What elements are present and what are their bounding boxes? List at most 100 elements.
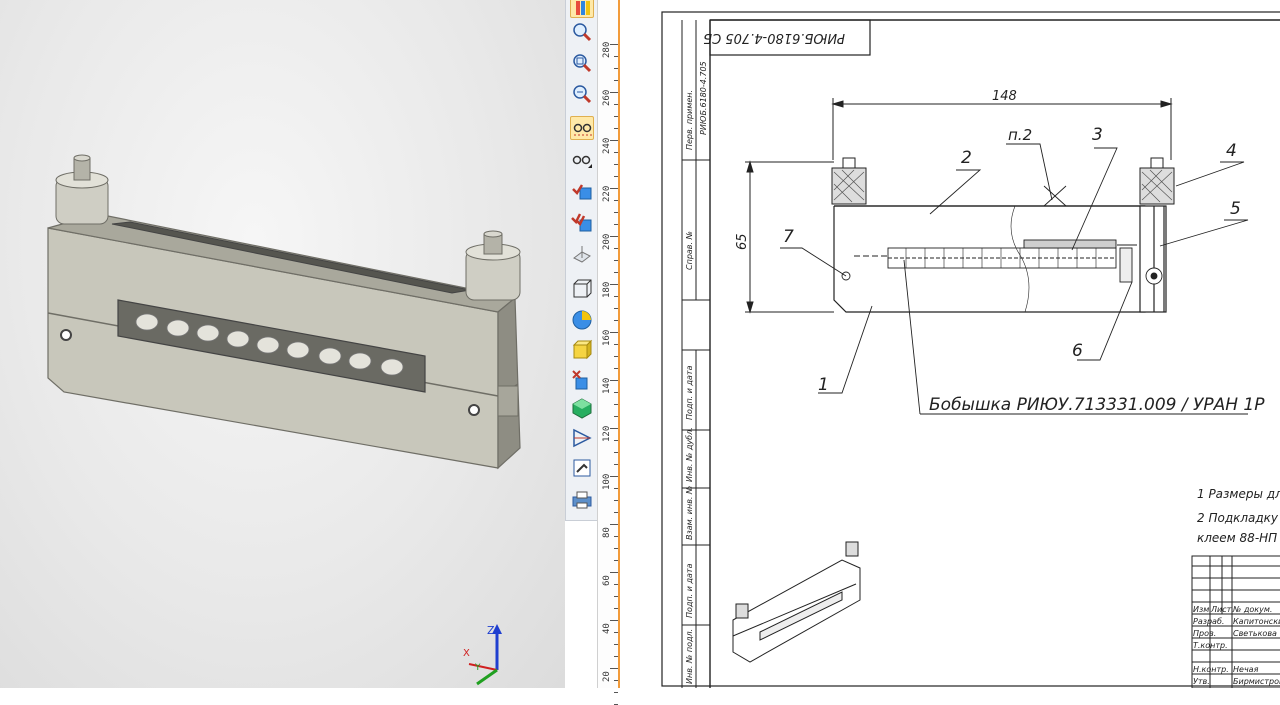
iso-thumbnail [732,541,861,663]
measure-icon[interactable] [570,456,594,480]
drawing-sheet[interactable]: РИЮБ.6180-4.705 СБ Перв. примен. РИЮБ.61… [620,0,1280,688]
side-label-4: Инв. № дубл. [685,427,694,482]
drawing-knobs [831,157,1175,205]
hole-left [60,329,72,341]
callout-3: 3 [1092,125,1103,145]
drawing-pin-strip [841,239,1163,285]
ruler-tick [614,440,618,441]
ruler-tick [614,392,618,393]
tb-r3-c1: Т.контр. [1193,641,1228,650]
ruler-label: 60 [602,575,612,586]
glasses-options-icon[interactable] [570,148,594,172]
zoom-dynamic-icon[interactable] [570,82,594,106]
ruler-tick [614,308,618,309]
wireframe-icon[interactable] [570,277,594,301]
ruler-tick [614,596,618,597]
shaded-icon[interactable] [570,308,594,332]
side-label-6: Подп. и дата [685,563,694,618]
ruler-label: 40 [602,623,612,634]
ruler-tick [614,56,618,57]
tb-r0-c1: Изм [1193,605,1209,614]
ruler-tick [614,224,618,225]
ruler-tick [614,632,618,633]
ruler-tick [614,212,618,213]
ruler-tick [610,428,618,429]
ruler-tick [614,452,618,453]
side-label-3: Подп. и дата [685,365,694,420]
ruler-tick [614,356,618,357]
note-line-3: клеем 88-НП [1197,531,1277,545]
zoom-in-icon[interactable] [570,20,594,44]
dimension-width: 148 [992,89,1017,104]
ruler-tick [614,584,618,585]
axis-z-label: Z [487,624,495,637]
side-label-7: Инв. № подл. [685,629,694,684]
ruler-tick [614,272,618,273]
callout-4: 4 [1226,141,1237,161]
ruler-tick [614,692,618,693]
axis-y-label: Y [474,663,481,673]
view-fit-icon[interactable] [570,0,594,18]
tb-r5-c2: Нечая [1233,665,1259,674]
ruler-tick [614,656,618,657]
tb-r5-c1: Н.контр. [1193,665,1229,674]
ruler-tick [610,668,618,669]
ruler-tick [614,548,618,549]
check-part-icon[interactable] [570,180,594,204]
check-assembly-icon[interactable] [570,210,594,234]
side-label-0: Перв. примен. [685,90,694,150]
ruler-tick [614,464,618,465]
ruler-tick [614,416,618,417]
ruler-tick [614,248,618,249]
tb-r0-c3: № докум. [1232,605,1272,614]
ruler-tick [614,488,618,489]
green-cube-icon[interactable] [570,396,594,420]
callout-1: 1 [818,375,829,395]
ruler-tick [614,128,618,129]
tb-r1-c2: Капитонский [1233,617,1280,626]
note-line-2: 2 Подкладку п [1197,511,1280,525]
printer-icon[interactable] [570,488,594,512]
ruler-tick [610,620,618,621]
callout-2: 2 [961,148,972,168]
callout-7: 7 [783,227,794,247]
ruler-tick [610,572,618,573]
box-yellow-icon[interactable] [570,338,594,362]
axis-x-label: X [463,648,470,659]
ruler-tick [614,260,618,261]
stamp-code: РИЮБ.6180-4.705 СБ [703,30,845,45]
ruler-tick [614,296,618,297]
ruler-tick [614,320,618,321]
ruler-tick [614,164,618,165]
ruler-tick [610,236,618,237]
glasses-view-icon[interactable] [570,116,594,140]
side-label-1: РИЮБ.6180-4.705 [699,61,708,135]
projection-icon[interactable] [570,426,594,450]
section-plane-icon[interactable] [570,242,594,266]
body-right-face [497,296,521,470]
ruler-tick [610,92,618,93]
zoom-window-icon[interactable] [570,51,594,75]
model-viewport[interactable]: Z X Y [0,0,565,688]
ruler-tick [610,524,618,525]
ruler-tick [614,536,618,537]
delete-cube-icon[interactable] [570,368,594,392]
callout-6: 6 [1072,341,1083,361]
ruler-tick [614,176,618,177]
ruler-tick [610,44,618,45]
model-3d [47,154,521,470]
ruler-label: 80 [602,527,612,538]
ruler-tick [614,80,618,81]
note-line-1: 1 Размеры для [1197,487,1280,501]
dimension-height: 65 [735,233,750,250]
ruler-tick [614,200,618,201]
ruler-tick [614,116,618,117]
tb-r6-c2: Бирмистров [1233,677,1280,686]
tb-r6-c1: Утв. [1193,677,1210,686]
ruler-label: 20 [602,671,612,682]
ruler-tick [614,68,618,69]
tb-r2-c1: Пров. [1193,629,1216,638]
hole-right [468,404,480,416]
tb-r1-c1: Разраб. [1193,617,1224,626]
ruler-tick [614,644,618,645]
